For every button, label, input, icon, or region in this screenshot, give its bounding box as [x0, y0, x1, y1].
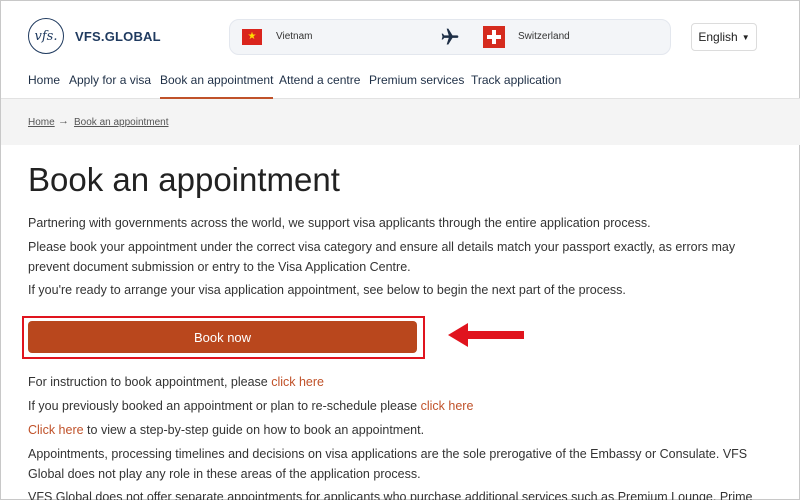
- nav-item-apply-for-visa[interactable]: Apply for a visa: [69, 73, 151, 87]
- logo-text[interactable]: VFS.GLOBAL: [75, 29, 161, 44]
- red-arrow-left-icon: [448, 323, 524, 347]
- switzerland-flag-icon: [483, 26, 505, 48]
- vfs-logo-icon[interactable]: vfs.: [28, 18, 64, 54]
- guide-text: to view a step-by-step guide on how to b…: [83, 423, 425, 437]
- site-header: vfs. VFS.GLOBAL ★ Vietnam Switzerland En…: [1, 1, 800, 63]
- nav-item-attend-centre[interactable]: Attend a centre: [279, 73, 360, 87]
- main-nav: Home Apply for a visa Book an appointmen…: [1, 63, 800, 99]
- breadcrumb-home[interactable]: Home: [28, 117, 55, 128]
- premium-note-paragraph: VFS Global does not offer separate appoi…: [28, 490, 753, 500]
- reschedule-line: If you previously booked an appointment …: [28, 396, 773, 416]
- disclaimer-paragraph: Appointments, processing timelines and d…: [28, 447, 748, 481]
- route-selector[interactable]: ★ Vietnam Switzerland: [229, 19, 671, 55]
- reschedule-link[interactable]: click here: [421, 399, 474, 413]
- guide-line: Click here to view a step-by-step guide …: [28, 420, 773, 440]
- instruction-line: For instruction to book appointment, ple…: [28, 372, 773, 392]
- nav-item-book-appointment[interactable]: Book an appointment: [160, 73, 274, 99]
- logo-mark: vfs.: [34, 28, 58, 44]
- nav-item-premium-services[interactable]: Premium services: [369, 73, 464, 87]
- breadcrumb: Home → Book an appointment: [1, 99, 800, 145]
- guide-link[interactable]: Click here: [28, 423, 84, 437]
- intro-paragraph-3: If you're ready to arrange your visa app…: [28, 283, 626, 297]
- to-country[interactable]: Switzerland: [518, 31, 570, 42]
- from-country[interactable]: Vietnam: [276, 31, 313, 42]
- breadcrumb-current[interactable]: Book an appointment: [74, 117, 169, 128]
- page-title: Book an appointment: [28, 161, 340, 198]
- language-label: English: [698, 30, 738, 44]
- plane-icon: [441, 28, 459, 45]
- intro-paragraph-1: Partnering with governments across the w…: [28, 216, 651, 230]
- reschedule-text: If you previously booked an appointment …: [28, 399, 421, 413]
- nav-item-track-application[interactable]: Track application: [471, 73, 561, 87]
- intro-paragraph-2: Please book your appointment under the c…: [28, 240, 736, 274]
- instruction-text: For instruction to book appointment, ple…: [28, 375, 272, 389]
- vietnam-flag-icon: ★: [242, 29, 262, 45]
- language-select[interactable]: English ▼: [691, 23, 757, 51]
- breadcrumb-arrow-icon: →: [58, 115, 69, 127]
- caret-down-icon: ▼: [741, 32, 750, 42]
- instruction-link[interactable]: click here: [271, 375, 324, 389]
- book-now-button[interactable]: Book now: [28, 321, 417, 353]
- nav-item-home[interactable]: Home: [28, 73, 60, 87]
